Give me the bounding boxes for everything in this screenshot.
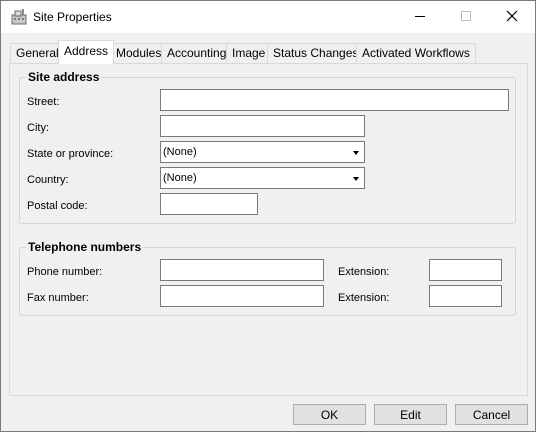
telephone-numbers-group: Telephone numbers Phone number: Extensio… [19,240,516,316]
chevron-down-icon [353,177,359,181]
window-title: Site Properties [33,10,112,24]
fax-extension-input[interactable] [429,285,502,307]
close-button[interactable] [489,1,535,33]
site-address-group: Site address Street: City: State or prov… [19,70,516,224]
chevron-down-icon [353,151,359,155]
street-input[interactable] [160,89,509,111]
street-label: Street: [27,96,60,108]
edit-button[interactable]: Edit [374,404,447,425]
tab-status-changes[interactable]: Status Changes [267,43,365,63]
site-building-icon [10,8,28,26]
city-label: City: [27,122,49,134]
country-dropdown-value: (None) [163,172,197,184]
site-address-title: Site address [26,70,102,84]
phone-extension-label: Extension: [338,266,390,278]
tab-general[interactable]: General [10,43,65,63]
postal-code-input[interactable] [160,193,258,215]
tab-modules[interactable]: Modules [110,43,168,63]
maximize-button[interactable] [443,1,489,33]
fax-extension-label: Extension: [338,292,390,304]
tab-accounting[interactable]: Accounting [161,43,233,63]
minimize-icon [415,10,425,24]
state-label: State or province: [27,148,114,160]
country-dropdown[interactable]: (None) [160,167,365,189]
state-dropdown[interactable]: (None) [160,141,365,163]
site-properties-window: Site Properties General Address Modules … [0,0,536,432]
phone-number-label: Phone number: [27,266,103,278]
tab-activated-workflows[interactable]: Activated Workflows [356,43,476,63]
city-input[interactable] [160,115,365,137]
state-dropdown-value: (None) [163,146,197,158]
maximize-icon [461,10,471,24]
title-bar[interactable]: Site Properties [1,1,535,33]
country-label: Country: [27,174,69,186]
minimize-button[interactable] [397,1,443,33]
close-icon [506,10,518,25]
fax-number-label: Fax number: [27,292,89,304]
telephone-numbers-title: Telephone numbers [26,240,144,254]
phone-extension-input[interactable] [429,259,502,281]
phone-number-input[interactable] [160,259,324,281]
cancel-button[interactable]: Cancel [455,404,528,425]
tab-image[interactable]: Image [226,43,272,63]
address-tab-panel: Site address Street: City: State or prov… [9,63,528,396]
postal-code-label: Postal code: [27,200,88,212]
ok-button[interactable]: OK [293,404,366,425]
fax-number-input[interactable] [160,285,324,307]
tab-address[interactable]: Address [58,40,115,64]
